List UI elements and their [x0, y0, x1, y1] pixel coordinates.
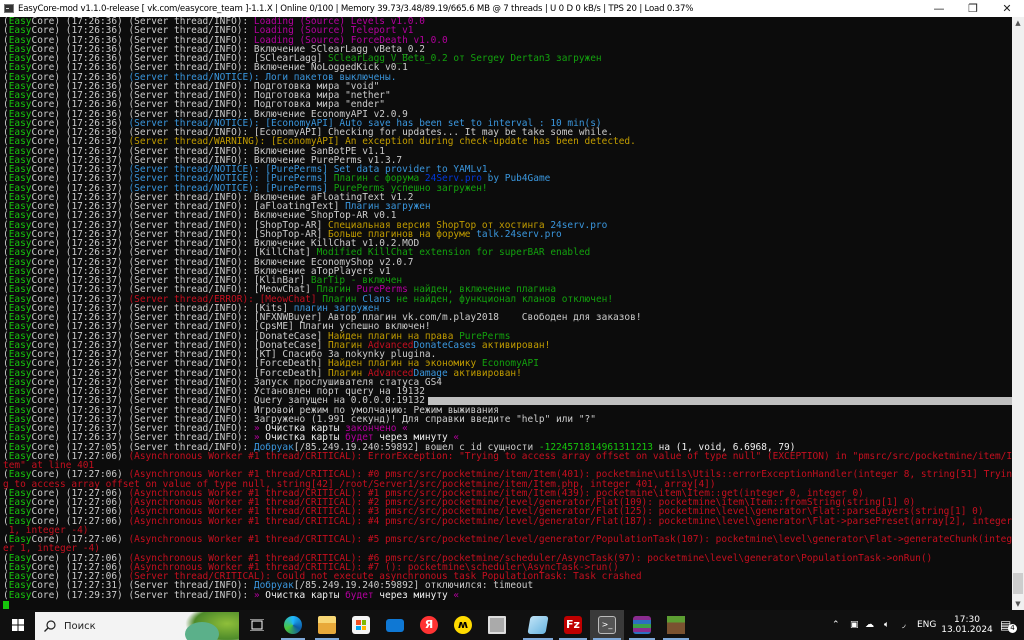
taskbar: Поиск Я ʍ Fz >_ ⌃ ▣ ☁ 🔈︎ ◞ ENG 17:30 13.… [0, 610, 1024, 640]
log-message-segment: » [253, 589, 266, 601]
log-prefix-core: Core) [31, 589, 66, 601]
taskbar-notepad[interactable] [520, 610, 556, 640]
scrollbar-thumb[interactable] [1013, 573, 1023, 594]
log-time-close: ) [117, 589, 129, 601]
search-icon [44, 620, 56, 632]
chevron-up-icon: ⌃ [832, 620, 840, 630]
taskbar-filezilla[interactable]: Fz [556, 610, 590, 640]
terminal-icon [488, 616, 506, 634]
log-message-segment: Очистка карты [265, 589, 346, 601]
restore-button[interactable]: ❐ [956, 0, 990, 17]
show-hidden-icons[interactable]: ⌃ [832, 610, 840, 640]
language-indicator[interactable]: ENG [917, 610, 936, 640]
scroll-down-arrow-icon[interactable]: ▼ [1012, 598, 1024, 610]
minimize-button[interactable]: — [922, 0, 956, 17]
taskbar-mail[interactable] [380, 610, 410, 640]
log-line: (EasyCore) (17:27:06) (Asynchronous Work… [3, 452, 1012, 461]
store-icon [352, 616, 370, 634]
onedrive-cloud-icon[interactable]: ☁ [865, 610, 874, 640]
notification-count-badge: 4 [1008, 624, 1017, 633]
task-view-button[interactable] [244, 610, 270, 640]
filezilla-icon: Fz [564, 616, 582, 634]
console-cursor [3, 600, 9, 609]
folder-icon [318, 616, 336, 634]
log-line: (EasyCore) (17:29:37) (Server thread/INF… [3, 589, 1012, 601]
notifications-button[interactable]: ▤ 4 [1000, 610, 1017, 640]
log-thread-level: (Server thread/INFO): [128, 589, 254, 601]
search-placeholder: Поиск [64, 620, 96, 632]
console-output[interactable]: (EasyCore) (17:26:36) (Server thread/INF… [0, 17, 1012, 610]
taskbar-yandex-music[interactable]: ʍ [448, 610, 478, 640]
log-line: (EasyCore) (17:27:06) (Asynchronous Work… [3, 535, 1012, 544]
log-message-segment: будет [345, 589, 374, 601]
edge-icon [284, 616, 302, 634]
console-app-icon [4, 4, 14, 13]
close-button[interactable]: ✕ [990, 0, 1024, 17]
mail-icon [386, 618, 404, 632]
clock-time: 17:30 [954, 615, 980, 625]
search-box[interactable]: Поиск [35, 612, 239, 640]
task-view-icon [250, 619, 264, 631]
clock[interactable]: 17:30 13.01.2024 [941, 610, 993, 640]
yandex-music-icon: ʍ [454, 616, 472, 634]
vertical-scrollbar[interactable]: ▲ ▼ [1012, 17, 1024, 610]
console-icon: >_ [598, 616, 616, 634]
log-message-segment: « [453, 589, 460, 601]
window-title: EasyCore-mod v1.1.0-release [ vk.com/eas… [18, 3, 694, 14]
taskbar-store[interactable] [346, 610, 376, 640]
scroll-up-arrow-icon[interactable]: ▲ [1012, 17, 1024, 29]
taskbar-yandex-browser[interactable]: Я [414, 610, 444, 640]
log-prefix-easy: Easy [8, 589, 32, 601]
taskbar-edge[interactable] [278, 610, 308, 640]
taskbar-minecraft[interactable] [660, 610, 692, 640]
wifi-icon[interactable]: ◞ [902, 610, 906, 640]
start-button[interactable] [0, 610, 35, 640]
taskbar-terminal[interactable] [482, 610, 512, 640]
meet-now-icon[interactable]: ▣ [850, 610, 859, 640]
windows-logo-icon [11, 619, 24, 631]
log-message-segment: через минуту [373, 589, 454, 601]
yandex-icon: Я [420, 616, 438, 634]
winrar-icon [633, 616, 651, 634]
log-prefix-open: ( [3, 589, 9, 601]
title-bar: EasyCore-mod v1.1.0-release [ vk.com/eas… [0, 0, 1024, 17]
notepad-icon [527, 616, 549, 634]
taskbar-console-active[interactable]: >_ [590, 610, 624, 640]
taskbar-winrar[interactable] [626, 610, 658, 640]
log-line: (EasyCore) (17:27:06) (Asynchronous Work… [3, 516, 1012, 526]
search-highlight-image-part [185, 622, 219, 640]
log-timestamp: 17:29:37 [71, 589, 118, 601]
clock-date: 13.01.2024 [941, 625, 993, 635]
volume-icon[interactable]: 🔈︎ [884, 610, 889, 640]
selection-highlight [428, 397, 1012, 406]
taskbar-file-explorer[interactable] [312, 610, 342, 640]
minecraft-icon [667, 616, 685, 634]
